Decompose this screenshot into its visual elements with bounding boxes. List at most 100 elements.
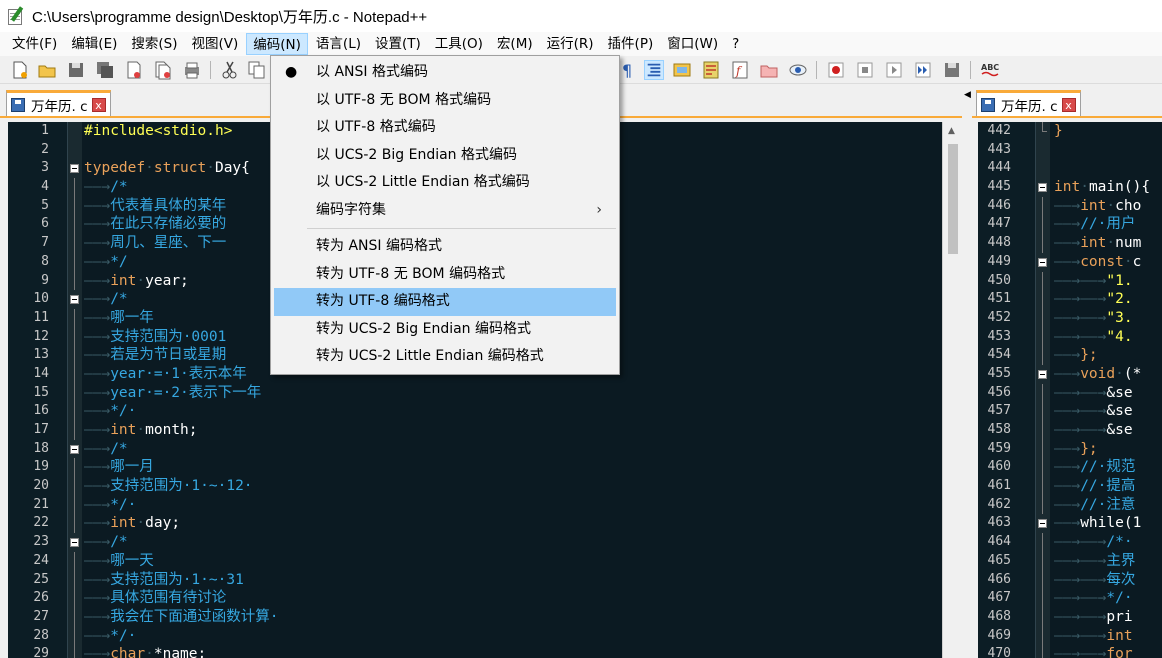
code-line[interactable]: ——→int·cho (1054, 197, 1150, 216)
code-line[interactable]: ——→——→"2. (1054, 290, 1150, 309)
collapse-icon[interactable] (70, 295, 79, 305)
collapse-icon[interactable] (1038, 369, 1047, 379)
code-line[interactable]: ——→//·注意 (1054, 496, 1150, 515)
code-line[interactable]: ——→/* (84, 440, 278, 459)
collapse-icon[interactable] (1038, 183, 1047, 193)
code-line[interactable]: ——→/* (84, 178, 278, 197)
collapse-icon[interactable] (70, 444, 79, 454)
monitoring-eye-icon[interactable] (788, 60, 808, 80)
code-line[interactable]: ——→——→pri (1054, 608, 1150, 627)
code-area[interactable]: #include<stdio.h>​typedef·struct·Day{——→… (84, 122, 278, 658)
menu-run[interactable]: 运行(R) (541, 33, 600, 55)
code-line[interactable]: ——→——→"1. (1054, 272, 1150, 291)
fold-toggle[interactable] (1036, 253, 1050, 272)
menu-help[interactable]: ? (726, 33, 745, 55)
menu-item-character-sets[interactable]: 编码字符集 › (274, 197, 616, 225)
code-line[interactable]: ——→while(1 (1054, 514, 1150, 533)
print-icon[interactable] (182, 60, 202, 80)
open-file-icon[interactable] (37, 60, 57, 80)
code-line[interactable]: ——→——→"3. (1054, 309, 1150, 328)
code-line[interactable]: ——→year·=·2·表示下一年 (84, 384, 278, 403)
code-line[interactable]: ——→——→int (1054, 627, 1150, 646)
record-macro-icon[interactable] (826, 60, 846, 80)
code-line[interactable]: ——→——→"4. (1054, 328, 1150, 347)
collapse-icon[interactable] (1038, 519, 1047, 529)
vertical-scrollbar[interactable]: ▲ (942, 122, 962, 658)
menu-view[interactable]: 视图(V) (186, 33, 245, 55)
code-line[interactable]: ——→支持范围为·0001 (84, 328, 278, 347)
menu-window[interactable]: 窗口(W) (661, 33, 724, 55)
code-line[interactable]: ——→void·(* (1054, 365, 1150, 384)
close-all-icon[interactable] (153, 60, 173, 80)
split-view-handle[interactable]: ◀ (962, 88, 972, 658)
user-language-icon[interactable] (672, 60, 692, 80)
code-line[interactable]: ——→哪一年 (84, 309, 278, 328)
code-line[interactable]: ——→*/· (84, 627, 278, 646)
code-line[interactable]: ——→const·c (1054, 253, 1150, 272)
menu-file[interactable]: 文件(F) (6, 33, 63, 55)
code-line[interactable]: ——→——→&se (1054, 384, 1150, 403)
fold-margin[interactable] (68, 122, 82, 658)
run-macro-multiple-icon[interactable] (913, 60, 933, 80)
code-line[interactable]: ——→year·=·1·表示本年 (84, 365, 278, 384)
spell-check-icon[interactable]: ABC (980, 60, 1000, 80)
code-line[interactable]: ——→char·*name; (84, 645, 278, 658)
scroll-up-icon[interactable]: ▲ (948, 126, 955, 136)
code-line[interactable]: ——→哪一月 (84, 458, 278, 477)
code-line[interactable]: ——→支持范围为·1·~·12· (84, 477, 278, 496)
editor-right[interactable]: 442 443 444 445 446 447 448 449 450 451 452 453 454 4… (978, 122, 1162, 658)
close-tab-button[interactable]: x (1061, 97, 1076, 112)
fold-toggle[interactable] (1036, 365, 1050, 384)
code-line[interactable]: ——→若是为节日或星期 (84, 346, 278, 365)
code-line[interactable]: ——→/* (84, 533, 278, 552)
collapse-icon[interactable] (70, 164, 79, 174)
code-line[interactable]: ——→代表着具体的某年 (84, 197, 278, 216)
menu-item-encode-utf8-no-bom[interactable]: 以 UTF-8 无 BOM 格式编码 (274, 87, 616, 115)
function-list-icon[interactable]: f (730, 60, 750, 80)
code-line[interactable]: ——→int·year; (84, 272, 278, 291)
tab-wannianli-right[interactable]: 万年历. c x (976, 90, 1081, 116)
code-line[interactable]: ——→我会在下面通过函数计算· (84, 608, 278, 627)
menu-item-encode-utf8[interactable]: 以 UTF-8 格式编码 (274, 114, 616, 142)
menu-language[interactable]: 语言(L) (310, 33, 367, 55)
menu-edit[interactable]: 编辑(E) (65, 33, 123, 55)
code-line[interactable]: ——→int·month; (84, 421, 278, 440)
fold-toggle[interactable] (68, 159, 82, 178)
code-line[interactable]: ——→——→主界 (1054, 552, 1150, 571)
code-line[interactable]: ——→——→for (1054, 645, 1150, 658)
code-line[interactable]: ——→——→*/· (1054, 589, 1150, 608)
menu-encoding[interactable]: 编码(N) (246, 33, 308, 55)
menu-item-convert-ansi[interactable]: 转为 ANSI 编码格式 (274, 233, 616, 261)
code-line[interactable]: } (1054, 122, 1150, 141)
show-all-chars-icon[interactable]: ¶ (618, 60, 638, 80)
code-line[interactable]: ——→在此只存储必要的 (84, 215, 278, 234)
code-line[interactable]: ——→int·day; (84, 514, 278, 533)
arrow-left-icon[interactable]: ◀ (964, 90, 971, 100)
collapse-icon[interactable] (1038, 257, 1047, 267)
fold-toggle[interactable] (68, 533, 82, 552)
folder-workspace-icon[interactable] (759, 60, 779, 80)
code-line[interactable]: #include<stdio.h> (84, 122, 278, 141)
collapse-icon[interactable] (70, 538, 79, 548)
code-line[interactable]: ——→*/· (84, 496, 278, 515)
indent-guide-icon[interactable] (644, 60, 664, 80)
menu-plugins[interactable]: 插件(P) (602, 33, 660, 55)
code-line[interactable]: ——→//·规范 (1054, 458, 1150, 477)
code-area[interactable]: }​​int·main(){——→int·cho——→//·用户——→int·n… (1054, 122, 1150, 658)
code-line[interactable]: typedef·struct·Day{ (84, 159, 278, 178)
menu-item-convert-utf8[interactable]: 转为 UTF-8 编码格式 (274, 288, 616, 316)
code-line[interactable]: ——→——→&se (1054, 421, 1150, 440)
cut-icon[interactable] (220, 60, 240, 80)
code-line[interactable]: ——→/* (84, 290, 278, 309)
code-line[interactable]: ——→——→每次 (1054, 571, 1150, 590)
code-line[interactable]: ——→具体范围有待讨论 (84, 589, 278, 608)
menu-item-encode-ansi[interactable]: ● 以 ANSI 格式编码 (274, 59, 616, 87)
code-line[interactable]: ​ (1054, 141, 1150, 160)
menu-item-convert-utf8-no-bom[interactable]: 转为 UTF-8 无 BOM 编码格式 (274, 261, 616, 289)
code-line[interactable]: ​ (84, 141, 278, 160)
save-icon[interactable] (66, 60, 86, 80)
fold-margin[interactable] (1036, 122, 1050, 658)
code-line[interactable]: ——→//·用户 (1054, 215, 1150, 234)
new-file-icon[interactable] (10, 60, 30, 80)
code-line[interactable]: ——→*/ (84, 253, 278, 272)
